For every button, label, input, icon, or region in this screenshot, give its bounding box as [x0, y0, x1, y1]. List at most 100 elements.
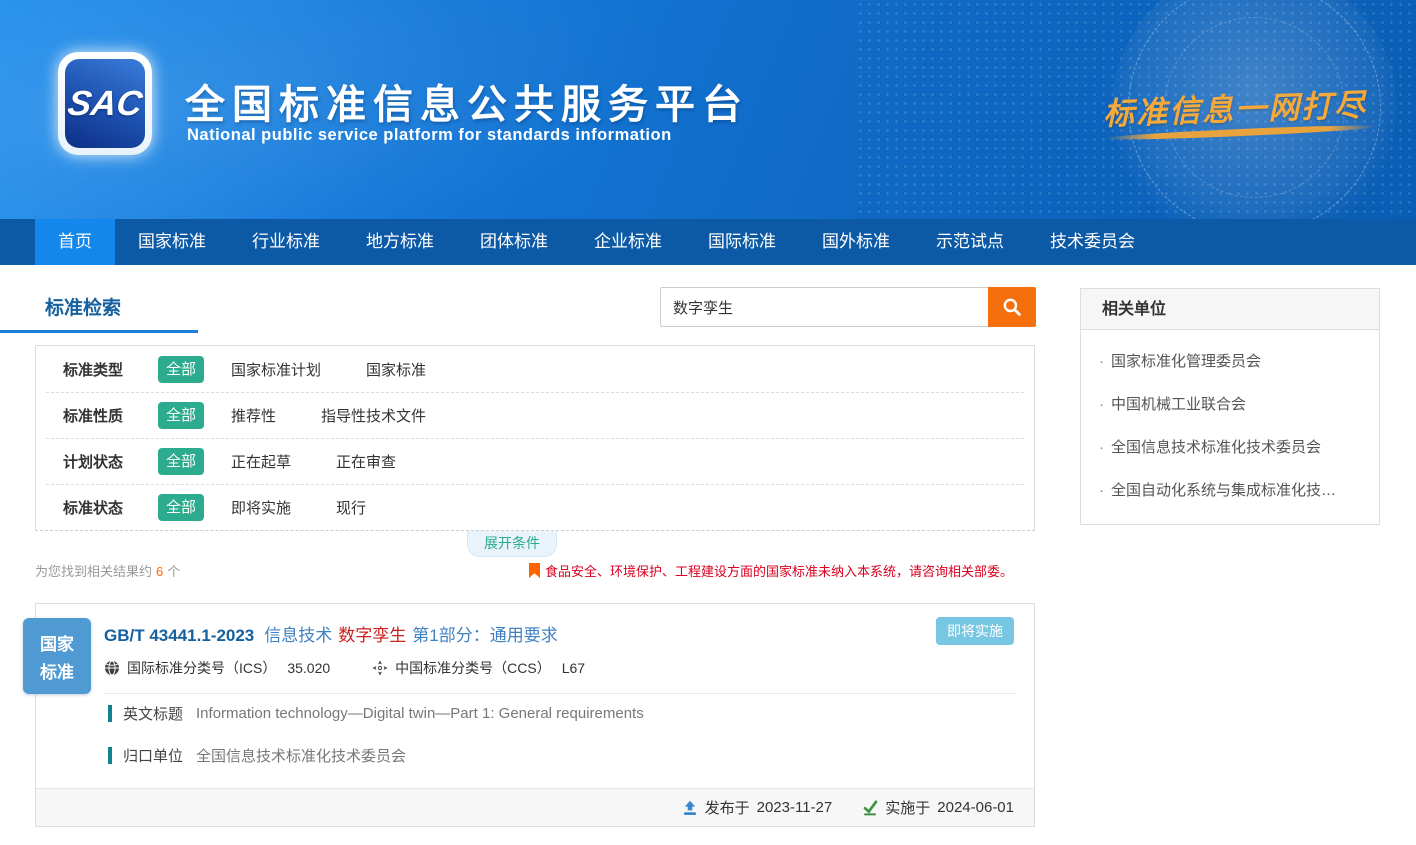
nav-list: 首页 国家标准 行业标准 地方标准 团体标准 企业标准 国际标准 国外标准 示范…: [35, 219, 1416, 265]
search-box: [660, 287, 1036, 327]
standard-title-highlight[interactable]: 数字孪生: [338, 626, 406, 645]
filter-all-button[interactable]: 全部: [158, 356, 204, 383]
filter-all-button[interactable]: 全部: [158, 402, 204, 429]
standard-title-pre[interactable]: 信息技术: [264, 626, 332, 645]
nav-item-pilot-program[interactable]: 示范试点: [913, 219, 1027, 265]
committee-value: 全国信息技术标准化技术委员会: [196, 745, 406, 766]
main-nav: 首页 国家标准 行业标准 地方标准 团体标准 企业标准 国际标准 国外标准 示范…: [0, 219, 1416, 265]
sidebar-item-label: 全国自动化系统与集成标准化技…: [1111, 482, 1336, 499]
ics-group: 国际标准分类号（ICS） 35.020: [104, 658, 330, 678]
system-notice: 食品安全、环境保护、工程建设方面的国家标准未纳入本系统，请咨询相关部委。: [529, 561, 1013, 580]
main-content: 标准检索 标准类型 全部 国家标准计划 国家标准 标准性质 全部 推荐性 指导性…: [35, 280, 1037, 840]
implement-date-group: 实施于 2024-06-01: [862, 797, 1014, 818]
sidebar-item-label: 国家标准化管理委员会: [1111, 353, 1261, 370]
classification-row: 国际标准分类号（ICS） 35.020 中国标准分类号（CCS） L67: [104, 658, 585, 678]
filter-option[interactable]: 指导性技术文件: [321, 405, 426, 426]
nav-item-national-standards[interactable]: 国家标准: [115, 219, 229, 265]
card-footer: 发布于 2023-11-27 实施于 2024-06-01: [36, 788, 1034, 826]
sidebar-item-label: 全国信息技术标准化技术委员会: [1111, 439, 1321, 456]
filter-row-standard-type: 标准类型 全部 国家标准计划 国家标准: [46, 346, 1024, 392]
site-header: SAC 全国标准信息公共服务平台 National public service…: [0, 0, 1416, 219]
related-units-panel: 相关单位 · 国家标准化管理委员会 · 中国机械工业联合会 · 全国信息技术标准化技术…: [1080, 288, 1380, 525]
standard-code[interactable]: GB/T 43441.1-2023: [104, 626, 254, 645]
committee-label: 归口单位: [123, 745, 183, 766]
ccs-group: 中国标准分类号（CCS） L67: [372, 658, 585, 678]
ccs-value: L67: [562, 660, 585, 676]
english-title-row: 英文标题 Information technology—Digital twin…: [108, 703, 644, 724]
notice-text: 食品安全、环境保护、工程建设方面的国家标准未纳入本系统，请咨询相关部委。: [545, 561, 1013, 580]
related-units-title: 相关单位: [1081, 289, 1379, 330]
filter-option[interactable]: 正在起草: [231, 451, 291, 472]
badge-line2: 标准: [40, 658, 74, 683]
filter-option[interactable]: 国家标准: [366, 359, 426, 380]
related-units-list: · 国家标准化管理委员会 · 中国机械工业联合会 · 全国信息技术标准化技术委员会 ·…: [1081, 330, 1379, 524]
filter-option[interactable]: 正在审查: [336, 451, 396, 472]
search-button[interactable]: [988, 287, 1036, 327]
filter-all-button[interactable]: 全部: [158, 448, 204, 475]
results-info-row: 为您找到相关结果约 6个 食品安全、环境保护、工程建设方面的国家标准未纳入本系统，…: [35, 559, 1035, 581]
filter-option[interactable]: 推荐性: [231, 405, 276, 426]
filter-option[interactable]: 即将实施: [231, 497, 291, 518]
globe-icon: [104, 660, 120, 676]
english-title-value: Information technology—Digital twin—Part…: [196, 705, 644, 722]
site-title: 全国标准信息公共服务平台: [185, 72, 749, 130]
sac-logo-text: SAC: [65, 84, 145, 124]
check-icon: [862, 800, 878, 816]
standard-type-badge: 国家 标准: [23, 618, 91, 694]
search-input[interactable]: [660, 287, 988, 327]
ccs-label: 中国标准分类号（CCS）: [395, 658, 551, 678]
search-icon: [1002, 297, 1022, 317]
site-subtitle: National public service platform for sta…: [187, 126, 672, 145]
standard-title-post[interactable]: 第1部分：通用要求: [412, 626, 557, 645]
publish-date-group: 发布于 2023-11-27: [682, 797, 833, 818]
bullet-dot: ·: [1099, 482, 1104, 499]
status-badge: 即将实施: [936, 617, 1014, 645]
field-accent-bar: [108, 747, 112, 764]
results-count-suffix: 个: [167, 564, 180, 579]
upload-icon: [682, 800, 698, 816]
expand-conditions-tab[interactable]: 展开条件: [467, 531, 557, 557]
bullet-dot: ·: [1099, 353, 1104, 370]
sidebar-item-machinery-federation[interactable]: · 中国机械工业联合会: [1081, 382, 1379, 425]
results-count-number: 6: [156, 564, 163, 579]
filter-label: 标准类型: [63, 359, 141, 380]
filter-row-standard-nature: 标准性质 全部 推荐性 指导性技术文件: [46, 392, 1024, 438]
sidebar-item-automation-systems-committee[interactable]: · 全国自动化系统与集成标准化技…: [1081, 468, 1379, 511]
nav-item-home[interactable]: 首页: [35, 219, 115, 265]
bullet-dot: ·: [1099, 396, 1104, 413]
english-title-label: 英文标题: [123, 703, 183, 724]
filter-label: 标准状态: [63, 497, 141, 518]
committee-row: 归口单位 全国信息技术标准化技术委员会: [108, 745, 406, 766]
sidebar-item-label: 中国机械工业联合会: [1111, 396, 1246, 413]
implement-label: 实施于: [885, 797, 930, 818]
sac-logo[interactable]: SAC: [58, 52, 152, 155]
standard-result-card: 国家 标准 GB/T 43441.1-2023 信息技术数字孪生第1部分：通用要求…: [35, 603, 1035, 827]
ics-label: 国际标准分类号（ICS）: [127, 658, 276, 678]
bullet-dot: ·: [1099, 439, 1104, 456]
sidebar-item-it-standardization-committee[interactable]: · 全国信息技术标准化技术委员会: [1081, 425, 1379, 468]
publish-label: 发布于: [705, 797, 750, 818]
ics-value: 35.020: [287, 660, 330, 676]
filter-label: 标准性质: [63, 405, 141, 426]
results-count: 为您找到相关结果约 6个: [35, 561, 180, 580]
nav-item-local-standards[interactable]: 地方标准: [343, 219, 457, 265]
nav-item-industry-standards[interactable]: 行业标准: [229, 219, 343, 265]
standard-title-link[interactable]: GB/T 43441.1-2023 信息技术数字孪生第1部分：通用要求: [104, 621, 558, 646]
bookmark-icon: [529, 563, 540, 578]
sidebar-item-sac[interactable]: · 国家标准化管理委员会: [1081, 339, 1379, 382]
nav-item-foreign-standards[interactable]: 国外标准: [799, 219, 913, 265]
filter-option[interactable]: 现行: [336, 497, 366, 518]
nav-item-international-standards[interactable]: 国际标准: [685, 219, 799, 265]
publish-date: 2023-11-27: [757, 799, 833, 816]
filter-option[interactable]: 国家标准计划: [231, 359, 321, 380]
filter-all-button[interactable]: 全部: [158, 494, 204, 521]
nav-item-technical-committee[interactable]: 技术委员会: [1027, 219, 1158, 265]
nav-item-enterprise-standards[interactable]: 企业标准: [571, 219, 685, 265]
results-count-prefix: 为您找到相关结果约: [35, 564, 152, 579]
field-accent-bar: [108, 705, 112, 722]
filter-row-standard-status: 标准状态 全部 即将实施 现行: [46, 484, 1024, 530]
filter-box: 标准类型 全部 国家标准计划 国家标准 标准性质 全部 推荐性 指导性技术文件 …: [35, 345, 1035, 531]
sac-logo-tile: SAC: [65, 59, 145, 148]
badge-line1: 国家: [40, 630, 74, 655]
nav-item-group-standards[interactable]: 团体标准: [457, 219, 571, 265]
